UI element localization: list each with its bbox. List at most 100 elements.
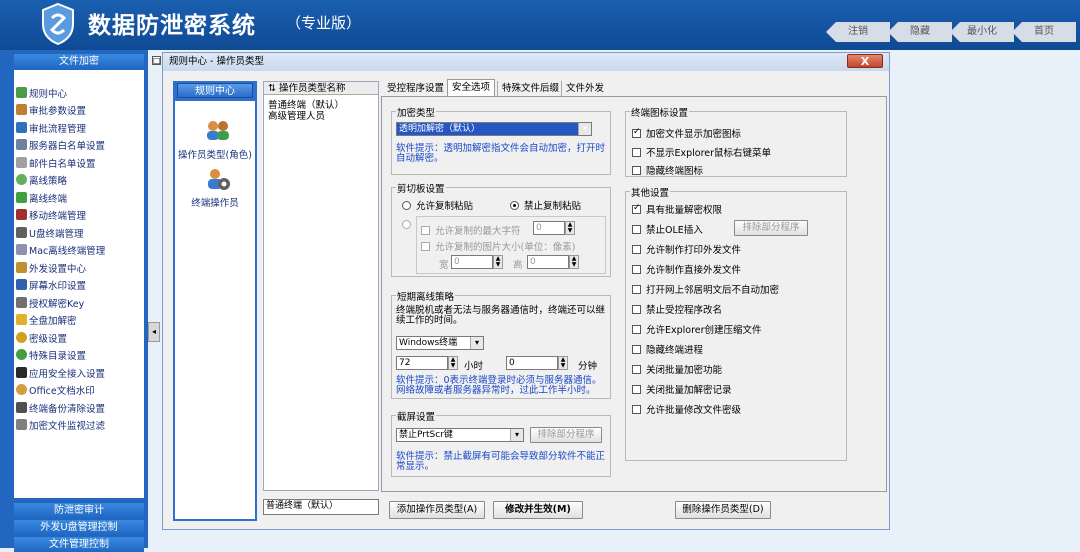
minutes-input[interactable]: 0 [506,356,558,370]
icon-setting-checkbox[interactable]: 加密文件显示加密图标 [632,126,741,140]
sidebar-item-mobile-terminal[interactable]: 移动终端管理 [16,206,86,223]
offline-policy-group: 短期离线策略 终端脱机或者无法与服务器通信时，终端还可以继续工作的时间。 Win… [391,289,611,399]
sidebar-item-usb-terminal[interactable]: U盘终端管理 [16,224,83,241]
nav-item-terminal-operator[interactable]: 终端操作员 [175,195,255,209]
other-setting-checkbox[interactable]: 关闭批量加密功能 [632,362,722,376]
mail-icon [16,157,27,168]
disk-icon [16,314,27,325]
modify-apply-button[interactable]: 修改并生效(M) [493,501,583,519]
nav-item-operator-type[interactable]: 操作员类型(角色) [175,147,255,161]
logout-button[interactable]: 注销 [826,22,890,42]
other-setting-checkbox[interactable]: 具有批量解密权限 [632,202,722,216]
nav-list: 操作员类型(角色) 终端操作员 [175,101,255,519]
other-setting-checkbox[interactable]: 允许Explorer创建压缩文件 [632,322,762,336]
sidebar-item-decrypt-key[interactable]: 授权解密Key [16,294,84,311]
sidebar-item-approval-flow[interactable]: 审批流程管理 [16,119,86,136]
collapse-sidebar-button[interactable]: ◂ [148,322,160,342]
app-header: 数据防泄密系统 （专业版） 注销 隐藏 最小化 首页 [0,0,1080,50]
other-setting-checkbox[interactable]: 允许批量修改文件密级 [632,402,741,416]
screenshot-select[interactable]: 禁止PrtScr键 [396,428,524,442]
sidebar-item-offline-policy[interactable]: 离线策略 [16,171,67,188]
sidebar-item-special-dir[interactable]: 特殊目录设置 [16,346,86,363]
sidebar-item-backup-clear[interactable]: 终端备份清除设置 [16,399,105,416]
sidebar-section-audit[interactable]: 防泄密审计 [14,503,144,518]
other-setting-checkbox[interactable]: 禁止OLE插入 [632,222,703,236]
screenshot-exclude-button[interactable]: 排除部分程序 [530,427,602,443]
rule-icon [16,87,27,98]
sidebar-item-disk-encrypt[interactable]: 全盘加解密 [16,311,77,328]
width-label: 宽 [439,260,449,271]
offline-mode-select[interactable]: Windows终端 [396,336,484,350]
copy-limit-box: 允许复制的最大字符 0 ▲ ▼ 允许复制的图片大小(单位：像素) 宽 0 ▲ ▼ 高… [416,216,606,274]
tab-security-options[interactable]: 安全选项 [447,79,496,96]
max-chars-checkbox[interactable]: 允许复制的最大字符 [421,223,521,237]
sidebar-item-app-access[interactable]: 应用安全接入设置 [16,364,105,381]
encrypt-type-select[interactable]: 透明加解密（默认） [396,122,592,136]
sidebar-item-office-watermark[interactable]: Office文档水印 [16,381,95,398]
sidebar-item-outgoing-center[interactable]: 外发设置中心 [16,259,86,276]
operator-name-input[interactable]: 普通终端（默认） [263,499,379,515]
sidebar-section-usb[interactable]: 外发U盘管理控制 [14,520,144,535]
radio-allow-copy[interactable]: 允许复制粘贴 [402,198,473,212]
offline-desc: 终端脱机或者无法与服务器通信时，终端还可以继续工作的时间。 [396,305,606,326]
other-setting-checkbox[interactable]: 隐藏终端进程 [632,342,703,356]
radio-partial-copy[interactable] [402,220,411,229]
tab-special-suffix[interactable]: 特殊文件后缀 [497,81,563,96]
icon-setting-checkbox[interactable]: 不显示Explorer鼠标右键菜单 [632,145,771,159]
tab-controlled-programs[interactable]: 受控程序设置 [383,81,448,96]
max-chars-input[interactable]: 0 [533,221,565,235]
user-gear-icon [208,169,230,190]
tab-file-outgoing[interactable]: 文件外发 [561,81,608,96]
sidebar-item-mac-terminal[interactable]: Mac离线终端管理 [16,241,105,258]
sidebar-item-file-monitor[interactable]: 加密文件监视过滤 [16,416,105,433]
policy-icon [16,174,27,185]
width-input[interactable]: 0 [451,255,493,269]
hide-button[interactable]: 隐藏 [888,22,952,42]
icon-setting-checkbox[interactable]: 隐藏终端图标 [632,163,703,177]
sidebar-item-rule-center[interactable]: 规则中心 [16,84,67,101]
sidebar-item-security-level[interactable]: 密级设置 [16,329,67,346]
hours-input[interactable]: 72 [396,356,448,370]
window-title: 规则中心 - 操作员类型 [163,53,889,71]
height-input[interactable]: 0 [527,255,569,269]
flow-icon [16,122,27,133]
spin-icon[interactable]: ▲ ▼ [493,255,503,269]
close-button[interactable]: X [847,54,883,68]
radio-deny-copy[interactable]: 禁止复制粘贴 [510,198,581,212]
other-setting-checkbox[interactable]: 允许制作打印外发文件 [632,242,741,256]
office-icon [16,384,27,395]
offline-hint: 软件提示：0表示终端登录时必须与服务器通信。网络故障或者服务器异常时，过此工作半… [396,375,602,396]
list-header[interactable]: ⇅ 操作员类型名称 [264,82,378,95]
nav-header[interactable]: 规则中心 [177,83,253,98]
sidebar-section-file-encrypt[interactable]: 文件加密 [14,54,144,69]
level-icon [16,332,27,343]
encrypt-hint: 软件提示：透明加解密指文件会自动加密，打开时自动解密。 [396,143,606,164]
sidebar-section-file-mgmt[interactable]: 文件管理控制 [14,537,144,552]
encrypt-type-group: 加密类型 透明加解密（默认） 软件提示：透明加解密指文件会自动加密，打开时自动解… [391,105,611,175]
spin-icon[interactable]: ▲ ▼ [448,356,458,370]
ole-exclude-button[interactable]: 排除部分程序 [734,220,808,236]
sidebar-item-approval-params[interactable]: 审批参数设置 [16,101,86,118]
group-title: 截屏设置 [396,409,437,423]
add-operator-type-button[interactable]: 添加操作员类型(A) [389,501,485,519]
minimize-button[interactable]: 最小化 [950,22,1014,42]
list-item[interactable]: 高级管理人员 [268,108,325,122]
sidebar-item-mail-whitelist[interactable]: 邮件白名单设置 [16,154,96,171]
group-title: 短期离线策略 [396,289,456,303]
app-title: 数据防泄密系统 [88,13,256,39]
spin-icon[interactable]: ▲ ▼ [565,221,575,235]
spin-icon[interactable]: ▲ ▼ [569,255,579,269]
sidebar-item-server-whitelist[interactable]: 服务器白名单设置 [16,136,105,153]
delete-operator-type-button[interactable]: 删除操作员类型(D) [675,501,771,519]
maximize-icon[interactable]: □ [152,56,161,65]
spin-icon[interactable]: ▲ ▼ [558,356,568,370]
home-button[interactable]: 首页 [1012,22,1076,42]
other-setting-checkbox[interactable]: 禁止受控程序改名 [632,302,722,316]
other-setting-checkbox[interactable]: 关闭批量加解密记录 [632,382,732,396]
other-setting-checkbox[interactable]: 打开网上邻居明文后不自动加密 [632,282,779,296]
img-size-checkbox[interactable]: 允许复制的图片大小(单位：像素) [421,239,575,253]
sidebar-item-watermark[interactable]: 屏幕水印设置 [16,276,86,293]
other-setting-checkbox[interactable]: 允许制作直接外发文件 [632,262,741,276]
minutes-label: 分钟 [578,361,598,372]
sidebar-item-offline-terminal[interactable]: 离线终端 [16,189,67,206]
